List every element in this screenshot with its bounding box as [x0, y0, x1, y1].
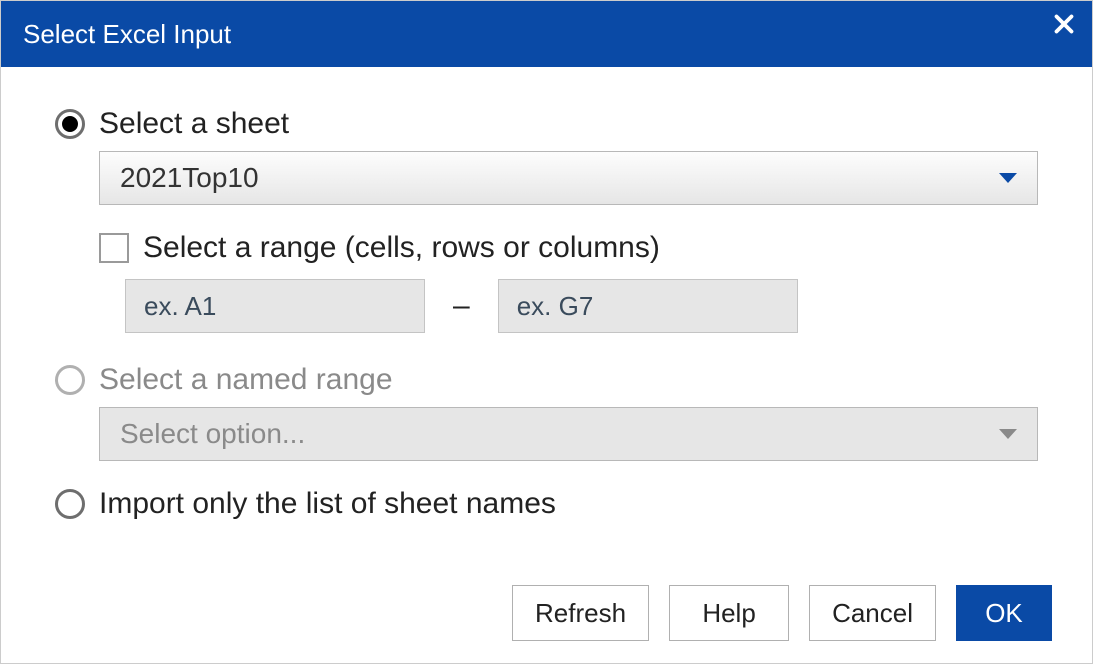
cancel-button[interactable]: Cancel: [809, 585, 936, 641]
dialog-title: Select Excel Input: [23, 19, 231, 50]
option-import-list[interactable]: Import only the list of sheet names: [55, 487, 1038, 521]
sheet-dropdown[interactable]: 2021Top10: [99, 151, 1038, 205]
select-sheet-group: 2021Top10 Select a range (cells, rows or…: [99, 151, 1038, 333]
radio-import-list-label: Import only the list of sheet names: [99, 487, 556, 521]
option-select-sheet[interactable]: Select a sheet: [55, 107, 1038, 141]
sheet-dropdown-value: 2021Top10: [120, 162, 259, 194]
option-named-range[interactable]: Select a named range: [55, 363, 1038, 397]
title-bar: Select Excel Input: [1, 1, 1092, 67]
named-range-dropdown: Select option...: [99, 407, 1038, 461]
close-icon: [1054, 14, 1074, 34]
radio-named-range-label: Select a named range: [99, 363, 393, 397]
ok-button[interactable]: OK: [956, 585, 1052, 641]
help-button[interactable]: Help: [669, 585, 789, 641]
radio-select-sheet[interactable]: [55, 109, 85, 139]
radio-import-list[interactable]: [55, 489, 85, 519]
range-checkbox-label: Select a range (cells, rows or columns): [143, 231, 660, 265]
dialog-window: Select Excel Input Select a sheet 2021To…: [0, 0, 1093, 664]
range-from-input[interactable]: [125, 279, 425, 333]
range-inputs: –: [125, 279, 1038, 333]
dialog-footer: Refresh Help Cancel OK: [1, 585, 1092, 663]
dialog-content: Select a sheet 2021Top10 Select a range …: [1, 67, 1092, 585]
chevron-down-icon: [999, 429, 1017, 439]
refresh-button[interactable]: Refresh: [512, 585, 649, 641]
radio-select-sheet-label: Select a sheet: [99, 107, 289, 141]
range-to-input[interactable]: [498, 279, 798, 333]
chevron-down-icon: [999, 173, 1017, 183]
range-checkbox[interactable]: [99, 233, 129, 263]
radio-named-range[interactable]: [55, 365, 85, 395]
named-range-placeholder: Select option...: [120, 418, 305, 450]
range-checkbox-row[interactable]: Select a range (cells, rows or columns): [99, 231, 1038, 265]
close-button[interactable]: [1036, 1, 1092, 47]
range-dash: –: [453, 289, 470, 323]
named-range-group: Select option...: [99, 407, 1038, 461]
